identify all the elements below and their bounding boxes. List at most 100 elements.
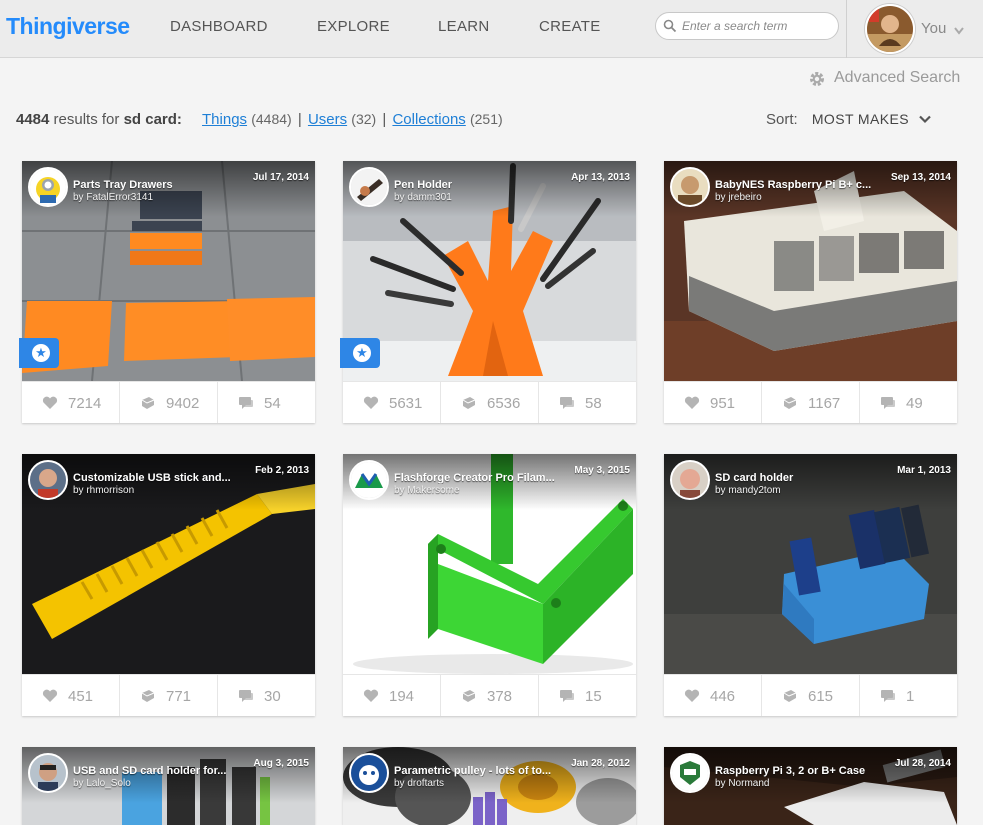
user-name[interactable]: You: [921, 20, 946, 37]
thing-author[interactable]: by droftarts: [394, 778, 444, 789]
heart-icon[interactable]: [684, 396, 700, 415]
thing-card[interactable]: Flashforge Creator Pro Filam... by Maker…: [343, 454, 636, 716]
thing-author[interactable]: by rhmorrison: [73, 485, 134, 496]
thing-author[interactable]: by FatalError3141: [73, 192, 153, 203]
thing-author[interactable]: by mandy2tom: [715, 485, 781, 496]
avatar[interactable]: [670, 460, 710, 500]
avatar[interactable]: [865, 4, 915, 54]
collect-count: 771: [166, 688, 192, 705]
chevron-down-icon[interactable]: [919, 115, 931, 124]
thing-card[interactable]: Parametric pulley - lots of to... by dro…: [343, 747, 636, 825]
thing-title[interactable]: BabyNES Raspberry Pi B+ c...: [715, 179, 895, 191]
thing-card[interactable]: Parts Tray Drawers by FatalError3141 Jul…: [19, 161, 315, 423]
sort-control[interactable]: Sort: MOST MAKES: [766, 111, 931, 128]
collect-stat[interactable]: 378: [441, 675, 539, 716]
collect-icon[interactable]: [782, 689, 798, 708]
search-input[interactable]: [682, 17, 832, 35]
like-stat[interactable]: 194: [343, 675, 441, 716]
collect-icon[interactable]: [782, 396, 798, 415]
thing-author[interactable]: by Lalo_Solo: [73, 778, 131, 789]
thing-title[interactable]: Pen Holder: [394, 179, 574, 191]
advanced-search-label[interactable]: Advanced Search: [834, 69, 960, 87]
thing-card[interactable]: Pen Holder by damm301 Apr 13, 2013 ★ 563…: [340, 161, 636, 423]
collect-icon[interactable]: [140, 396, 156, 415]
collect-icon[interactable]: [461, 396, 477, 415]
tab-things[interactable]: Things: [202, 111, 247, 128]
thingiverse-logo[interactable]: Thingiverse: [6, 13, 130, 40]
avatar[interactable]: [670, 753, 710, 793]
like-stat[interactable]: 7214: [22, 382, 120, 423]
heart-icon[interactable]: [363, 689, 379, 708]
thing-author[interactable]: by jrebeiro: [715, 192, 762, 203]
thing-card[interactable]: BabyNES Raspberry Pi B+ c... by jrebeiro…: [664, 161, 957, 423]
collect-icon[interactable]: [140, 689, 156, 708]
collect-icon[interactable]: [461, 689, 477, 708]
comment-icon[interactable]: [238, 396, 254, 415]
comment-stat[interactable]: 30: [218, 675, 315, 716]
thing-author[interactable]: by Makersome: [394, 485, 460, 496]
nav-explore[interactable]: EXPLORE: [317, 18, 390, 35]
comment-count: 30: [264, 688, 281, 705]
comment-stat[interactable]: 54: [218, 382, 315, 423]
heart-icon[interactable]: [363, 396, 379, 415]
avatar[interactable]: [28, 460, 68, 500]
comment-icon[interactable]: [238, 689, 254, 708]
thing-author[interactable]: by Normand: [715, 778, 769, 789]
comment-stat[interactable]: 58: [539, 382, 636, 423]
separator: |: [382, 111, 387, 128]
heart-icon[interactable]: [684, 689, 700, 708]
collect-count: 378: [487, 688, 513, 705]
thing-date: Jul 28, 2014: [894, 758, 951, 769]
gear-icon: [808, 70, 826, 93]
avatar[interactable]: [28, 753, 68, 793]
collect-stat[interactable]: 615: [762, 675, 860, 716]
thing-card[interactable]: USB and SD card holder for... by Lalo_So…: [22, 747, 315, 825]
comment-icon[interactable]: [880, 396, 896, 415]
nav-dashboard[interactable]: DASHBOARD: [170, 18, 268, 35]
search-box[interactable]: [655, 12, 839, 40]
thing-author[interactable]: by damm301: [394, 192, 452, 203]
tab-collections[interactable]: Collections: [392, 111, 465, 128]
results-query: sd card:: [123, 111, 182, 128]
avatar[interactable]: [670, 167, 710, 207]
thing-title[interactable]: Raspberry Pi 3, 2 or B+ Case: [715, 765, 895, 777]
avatar[interactable]: [349, 753, 389, 793]
comment-stat[interactable]: 49: [860, 382, 957, 423]
nav-learn[interactable]: LEARN: [438, 18, 490, 35]
heart-icon[interactable]: [42, 396, 58, 415]
avatar[interactable]: [349, 167, 389, 207]
user-menu[interactable]: You: [846, 0, 983, 58]
search-icon[interactable]: [663, 19, 677, 38]
like-count: 451: [68, 688, 94, 705]
thing-card[interactable]: Raspberry Pi 3, 2 or B+ Case by Normand …: [664, 747, 957, 825]
comment-icon[interactable]: [559, 396, 575, 415]
comment-icon[interactable]: [880, 689, 896, 708]
collect-stat[interactable]: 1167: [762, 382, 860, 423]
comment-stat[interactable]: 1: [860, 675, 957, 716]
thing-title[interactable]: USB and SD card holder for...: [73, 765, 253, 777]
like-stat[interactable]: 5631: [343, 382, 441, 423]
thing-title[interactable]: Parametric pulley - lots of to...: [394, 765, 574, 777]
heart-icon[interactable]: [42, 689, 58, 708]
comment-icon[interactable]: [559, 689, 575, 708]
sort-value[interactable]: MOST MAKES: [812, 111, 909, 127]
comment-stat[interactable]: 15: [539, 675, 636, 716]
like-count: 951: [710, 395, 736, 412]
avatar[interactable]: [28, 167, 68, 207]
thing-title[interactable]: SD card holder: [715, 472, 895, 484]
like-stat[interactable]: 451: [22, 675, 120, 716]
thing-title[interactable]: Flashforge Creator Pro Filam...: [394, 472, 574, 484]
thing-card[interactable]: SD card holder by mandy2tom Mar 1, 2013 …: [664, 454, 957, 716]
chevron-down-icon[interactable]: [954, 22, 964, 40]
avatar[interactable]: [349, 460, 389, 500]
collect-stat[interactable]: 9402: [120, 382, 218, 423]
collect-stat[interactable]: 771: [120, 675, 218, 716]
like-stat[interactable]: 951: [664, 382, 762, 423]
thing-title[interactable]: Parts Tray Drawers: [73, 179, 253, 191]
thing-title[interactable]: Customizable USB stick and...: [73, 472, 253, 484]
nav-create[interactable]: CREATE: [539, 18, 601, 35]
tab-users[interactable]: Users: [308, 111, 347, 128]
collect-stat[interactable]: 6536: [441, 382, 539, 423]
thing-card[interactable]: Customizable USB stick and... by rhmorri…: [22, 454, 315, 716]
like-stat[interactable]: 446: [664, 675, 762, 716]
